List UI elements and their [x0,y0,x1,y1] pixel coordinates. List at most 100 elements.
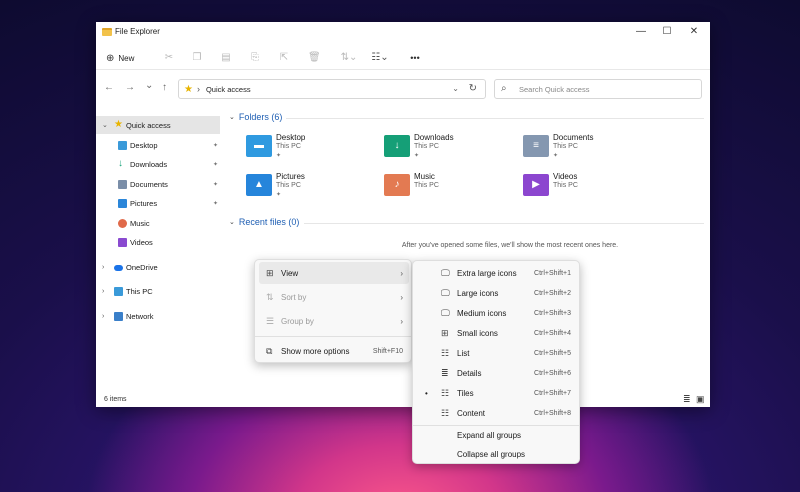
address-bar[interactable]: ★ › Quick access ⌄ ↻ [178,79,486,99]
view-option-details[interactable]: ≣ Details Ctrl+Shift+6 [417,363,577,383]
sidebar-label-quick-access: Quick access [126,120,171,130]
sidebar-label-network: Network [126,311,154,321]
sidebar-label-pictures: Pictures [130,198,158,208]
folder-tile-downloads[interactable]: ↓ Downloads This PC ✦ [384,130,514,164]
share-icon[interactable]: ⇱ [279,53,289,63]
chevron-down-icon: ⌄ [229,219,235,226]
recent-files-section-header[interactable]: ⌄ Recent files (0) [229,217,299,227]
breadcrumb-quick-access[interactable]: Quick access [206,85,251,94]
sidebar-item-this-pc[interactable]: › This PC [96,282,220,300]
view-option-tiles[interactable]: • ☷ Tiles Ctrl+Shift+7 [417,383,577,403]
list-icon: ☷ [441,347,450,358]
context-menu-sort-by[interactable]: ⇅ Sort by › [259,286,409,308]
sidebar-label-this-pc: This PC [126,286,153,296]
search-placeholder: Search Quick access [519,85,590,94]
sidebar-label-videos: Videos [130,237,153,247]
sidebar-item-music[interactable]: Music [96,214,220,232]
new-button[interactable]: ⊕ New [106,51,134,65]
context-menu-label: Group by [281,316,314,326]
view-grid-icon: ⊞ [266,267,274,278]
view-option-label: Large icons [457,288,499,298]
chevron-down-icon[interactable]: ⌄ [102,121,108,129]
sidebar-item-quick-access[interactable]: ⌄ ★ Quick access [96,116,220,134]
folder-location: This PC [553,143,578,150]
sidebar-label-onedrive: OneDrive [126,262,158,272]
view-option-small-icons[interactable]: ⊞ Small icons Ctrl+Shift+4 [417,323,577,343]
search-input[interactable]: ⌕ Search Quick access [494,79,702,99]
folder-app-icon [102,28,112,36]
view-submenu: 🖵 Extra large icons Ctrl+Shift+1 🖵 Large… [412,260,580,464]
more-options-icon[interactable]: ••• [408,53,422,63]
folder-location: This PC [276,182,301,189]
chevron-right-icon[interactable]: › [102,264,104,271]
view-option-label: Tiles [457,388,474,398]
breadcrumb-separator[interactable]: › [197,84,200,94]
folder-tile-music[interactable]: ♪ Music This PC [384,169,514,203]
chevron-right-icon[interactable]: › [102,288,104,295]
view-icon[interactable]: ☷⌄ [369,53,391,63]
tiles-view-icon[interactable]: ▣ [696,394,705,405]
plus-circle-icon: ⊕ [106,52,115,64]
view-option-large-icons[interactable]: 🖵 Large icons Ctrl+Shift+2 [417,283,577,303]
rename-icon[interactable]: ⎘ [250,53,260,63]
context-menu-view[interactable]: ⊞ View › [259,262,409,284]
title-bar: File Explorer — ☐ ✕ [96,22,710,42]
chevron-down-icon: ⌄ [229,114,235,121]
sidebar-item-pictures[interactable]: Pictures ✦ [96,194,220,212]
paste-icon[interactable]: ▤ [221,53,231,63]
folder-tile-pictures[interactable]: ▲ Pictures This PC ✦ [246,169,376,203]
context-menu-show-more-options[interactable]: ⧉ Show more options Shift+F10 [259,340,409,362]
close-button[interactable]: ✕ [687,25,701,39]
folder-tile-desktop[interactable]: ▬ Desktop This PC ✦ [246,130,376,164]
videos-icon [118,237,127,247]
sidebar-item-documents[interactable]: Documents ✦ [96,175,220,193]
pin-icon: ✦ [276,153,282,159]
copy-icon[interactable]: ❐ [192,53,202,63]
folder-name: Desktop [276,133,306,142]
folder-tile-videos[interactable]: ▶ Videos This PC [523,169,653,203]
minimize-button[interactable]: — [634,25,648,39]
new-button-label: New [118,53,135,63]
back-arrow-icon[interactable]: ← [104,82,114,93]
collapse-all-groups[interactable]: Collapse all groups [417,444,577,464]
delete-icon[interactable]: 🗑 [308,53,321,63]
expand-all-groups[interactable]: Expand all groups [417,425,577,445]
pin-icon: ✦ [553,153,559,159]
chevron-right-icon[interactable]: › [102,313,104,320]
folder-tile-documents[interactable]: ≡ Documents This PC ✦ [523,130,653,164]
maximize-button[interactable]: ☐ [660,25,674,39]
forward-arrow-icon[interactable]: → [125,82,135,93]
sidebar-item-downloads[interactable]: ↓ Downloads ✦ [96,155,220,173]
sidebar-item-network[interactable]: › Network [96,307,220,325]
sort-icon[interactable]: ⇅⌄ [340,53,358,63]
view-option-content[interactable]: ☷ Content Ctrl+Shift+8 [417,403,577,423]
sidebar-item-desktop[interactable]: Desktop ✦ [96,136,220,154]
view-option-list[interactable]: ☷ List Ctrl+Shift+5 [417,343,577,363]
folders-section-title: Folders (6) [238,112,283,122]
recent-locations-icon[interactable]: ⌄ [145,80,153,91]
view-option-extra-large-icons[interactable]: 🖵 Extra large icons Ctrl+Shift+1 [417,263,577,283]
shortcut-label: Ctrl+Shift+6 [534,369,571,377]
folders-section-header[interactable]: ⌄ Folders (6) [229,112,282,122]
context-menu-group-by[interactable]: ☰ Group by › [259,310,409,332]
empty-recent-message: After you've opened some files, we'll sh… [401,242,619,249]
view-option-label: Medium icons [457,308,507,318]
tiles-icon: ☷ [441,387,450,398]
sort-icon: ⇅ [266,291,274,302]
refresh-icon[interactable]: ↻ [469,83,477,94]
context-menu-label: Show more options [281,346,350,356]
cut-icon[interactable]: ✂ [164,53,174,63]
monitor-icon: 🖵 [441,287,450,298]
content-icon: ☷ [441,407,450,418]
view-option-medium-icons[interactable]: 🖵 Medium icons Ctrl+Shift+3 [417,303,577,323]
folder-name: Videos [553,172,578,181]
chevron-down-icon[interactable]: ⌄ [452,84,459,93]
details-view-icon[interactable]: ≣ [683,394,691,405]
sidebar-item-videos[interactable]: Videos [96,233,220,251]
sidebar-item-onedrive[interactable]: › OneDrive [96,258,220,276]
desktop-folder-icon [118,140,127,150]
folder-location: This PC [414,143,439,150]
section-divider [286,118,704,119]
up-arrow-icon[interactable]: ↑ [162,82,167,93]
shortcut-label: Ctrl+Shift+2 [534,289,571,297]
